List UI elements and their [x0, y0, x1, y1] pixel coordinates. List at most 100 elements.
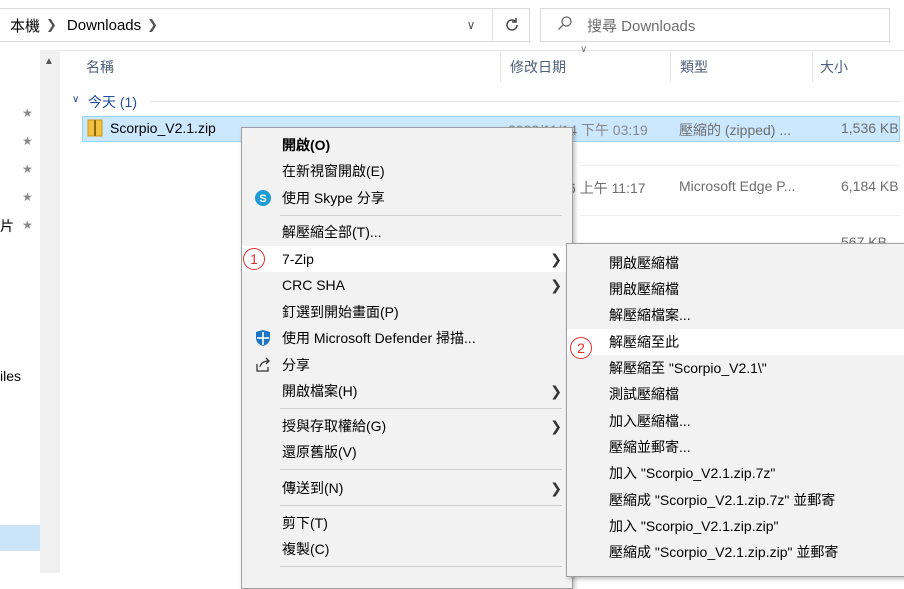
- breadcrumb-downloads[interactable]: Downloads: [57, 17, 147, 34]
- submenu-item-compress-email[interactable]: 壓縮並郵寄...: [567, 434, 904, 460]
- chevron-right-icon: ❯: [46, 17, 57, 32]
- menu-item-crc-sha[interactable]: CRC SHA ❯: [242, 272, 572, 298]
- submenu-item-test-archive[interactable]: 測試壓縮檔: [567, 381, 904, 407]
- sort-down-icon: ∨: [580, 44, 588, 55]
- column-header-name[interactable]: 名稱: [86, 57, 114, 77]
- column-divider[interactable]: [670, 52, 671, 82]
- submenu-item-extract-files[interactable]: 解壓縮檔案...: [567, 302, 904, 328]
- menu-item-skype-share[interactable]: S 使用 Skype 分享: [242, 185, 572, 211]
- menu-item-defender-scan[interactable]: 使用 Microsoft Defender 掃描...: [242, 325, 572, 351]
- defender-icon: [254, 329, 272, 347]
- chevron-right-icon: ❯: [550, 250, 562, 267]
- chevron-right-icon: ❯: [550, 417, 562, 434]
- menu-item-label: 解壓縮全部(T)...: [282, 224, 382, 240]
- row-divider: [580, 165, 900, 166]
- submenu-item-open-archive-2[interactable]: 開啟壓縮檔: [567, 276, 904, 302]
- menu-item-open-new-window[interactable]: 在新視窗開啟(E): [242, 158, 572, 184]
- menu-item-label: 在新視窗開啟(E): [282, 163, 385, 179]
- row-type: Microsoft Edge P...: [679, 178, 796, 194]
- column-divider[interactable]: [500, 52, 501, 82]
- menu-item-label: 傳送到(N): [282, 480, 344, 496]
- scroll-up-icon[interactable]: ▲: [44, 56, 54, 67]
- menu-item-label: 授與存取權給(G): [282, 418, 387, 434]
- annotation-step-2: 2: [570, 337, 592, 359]
- pin-icon: ★: [22, 106, 33, 120]
- column-header-type[interactable]: 類型: [680, 57, 708, 77]
- svg-text:S: S: [259, 193, 266, 205]
- column-header-size[interactable]: 大小: [820, 57, 848, 77]
- pin-icon: ★: [22, 162, 33, 176]
- submenu-item-add-zip[interactable]: 加入 "Scorpio_V2.1.zip.zip": [567, 513, 904, 539]
- refresh-icon: [506, 18, 518, 31]
- search-placeholder[interactable]: 搜尋 Downloads: [587, 15, 695, 36]
- menu-item-label: 分享: [282, 357, 310, 373]
- context-menu: 開啟(O) 在新視窗開啟(E) S 使用 Skype 分享 解壓縮全部(T)..…: [241, 127, 573, 589]
- menu-item-give-access[interactable]: 授與存取權給(G) ❯: [242, 413, 572, 439]
- menu-item-label: 釘選到開始畫面(P): [282, 304, 399, 320]
- breadcrumb[interactable]: 本機 ❯ Downloads ❯: [0, 8, 530, 42]
- submenu-item-label: 加入 "Scorpio_V2.1.zip.7z": [609, 465, 776, 481]
- submenu-item-open-archive[interactable]: 開啟壓縮檔: [567, 250, 904, 276]
- menu-item-extract-all[interactable]: 解壓縮全部(T)...: [242, 219, 572, 245]
- submenu-item-label: 加入壓縮檔...: [609, 413, 691, 429]
- chevron-down-icon[interactable]: ∨: [72, 94, 79, 105]
- breadcrumb-this-pc[interactable]: 本機: [0, 15, 46, 36]
- submenu-item-compress-zip-email[interactable]: 壓縮成 "Scorpio_V2.1.zip.zip" 並郵寄: [567, 539, 904, 565]
- submenu-item-compress-7z-email[interactable]: 壓縮成 "Scorpio_V2.1.zip.7z" 並郵寄: [567, 487, 904, 513]
- column-header-date[interactable]: 修改日期: [510, 57, 566, 77]
- chevron-right-icon[interactable]: ❯: [147, 17, 158, 33]
- submenu-item-add-to-archive[interactable]: 加入壓縮檔...: [567, 408, 904, 434]
- menu-item-label: 使用 Skype 分享: [282, 190, 385, 206]
- submenu-item-add-7z[interactable]: 加入 "Scorpio_V2.1.zip.7z": [567, 460, 904, 486]
- menu-item-label: CRC SHA: [282, 277, 346, 293]
- menu-separator: [280, 469, 562, 470]
- submenu-item-label: 壓縮成 "Scorpio_V2.1.zip.zip" 並郵寄: [609, 544, 839, 560]
- menu-item-open-with[interactable]: 開啟檔案(H) ❯: [242, 378, 572, 404]
- submenu-item-label: 開啟壓縮檔: [609, 255, 679, 271]
- menu-item-pin-start[interactable]: 釘選到開始畫面(P): [242, 299, 572, 325]
- menu-item-copy[interactable]: 複製(C): [242, 536, 572, 562]
- nav-item-partial[interactable]: 片: [0, 216, 14, 236]
- nav-item-partial[interactable]: iles: [0, 368, 21, 384]
- navigation-pane: ★ ★ ★ ★ ★ 片 iles: [0, 50, 42, 573]
- column-divider[interactable]: [812, 52, 813, 82]
- 7zip-submenu: 開啟壓縮檔 開啟壓縮檔 解壓縮檔案... 解壓縮至此 解壓縮至 "Scorpio…: [566, 243, 904, 577]
- menu-item-label: 7-Zip: [282, 251, 314, 267]
- search-box[interactable]: 搜尋 Downloads: [540, 8, 890, 42]
- address-dropdown-button[interactable]: ∨: [452, 8, 490, 42]
- menu-item-cut[interactable]: 剪下(T): [242, 510, 572, 536]
- submenu-item-label: 壓縮並郵寄...: [609, 439, 691, 455]
- menu-separator: [280, 566, 562, 567]
- menu-separator: [280, 505, 562, 506]
- menu-item-label: 使用 Microsoft Defender 掃描...: [282, 330, 476, 346]
- annotation-step-1: 1: [243, 248, 265, 270]
- skype-icon: S: [254, 189, 272, 207]
- submenu-item-label: 解壓縮檔案...: [609, 307, 691, 323]
- group-header[interactable]: 今天 (1): [88, 92, 137, 112]
- file-size: 1,536 KB: [841, 120, 899, 136]
- group-divider: [150, 101, 900, 102]
- address-bar-area: 本機 ❯ Downloads ❯ ∨ 搜尋 Downloads: [0, 0, 904, 51]
- menu-item-label: 複製(C): [282, 541, 330, 557]
- row-date: 6 上午 11:17: [568, 180, 646, 196]
- zip-folder-icon: [86, 118, 104, 141]
- menu-item-send-to[interactable]: 傳送到(N) ❯: [242, 475, 572, 501]
- submenu-item-label: 壓縮成 "Scorpio_V2.1.zip.7z" 並郵寄: [609, 492, 836, 508]
- search-icon: [557, 15, 573, 36]
- menu-item-7zip[interactable]: 7-Zip ❯: [242, 246, 572, 272]
- file-name[interactable]: Scorpio_V2.1.zip: [110, 120, 216, 136]
- pin-icon: ★: [22, 218, 33, 232]
- nav-scrollbar[interactable]: ▲: [40, 50, 60, 573]
- nav-selected-item[interactable]: [0, 525, 40, 551]
- share-icon: [254, 356, 272, 374]
- menu-item-open[interactable]: 開啟(O): [242, 132, 572, 158]
- submenu-item-label: 加入 "Scorpio_V2.1.zip.zip": [609, 518, 779, 534]
- refresh-button[interactable]: [492, 8, 531, 42]
- submenu-item-extract-to-folder[interactable]: 解壓縮至 "Scorpio_V2.1\": [567, 355, 904, 381]
- row-divider: [580, 215, 900, 216]
- menu-item-label: 還原舊版(V): [282, 444, 357, 460]
- chevron-right-icon: ❯: [550, 276, 562, 293]
- menu-item-restore-versions[interactable]: 還原舊版(V): [242, 439, 572, 465]
- submenu-item-extract-here[interactable]: 解壓縮至此: [567, 329, 904, 355]
- menu-item-share[interactable]: 分享: [242, 352, 572, 378]
